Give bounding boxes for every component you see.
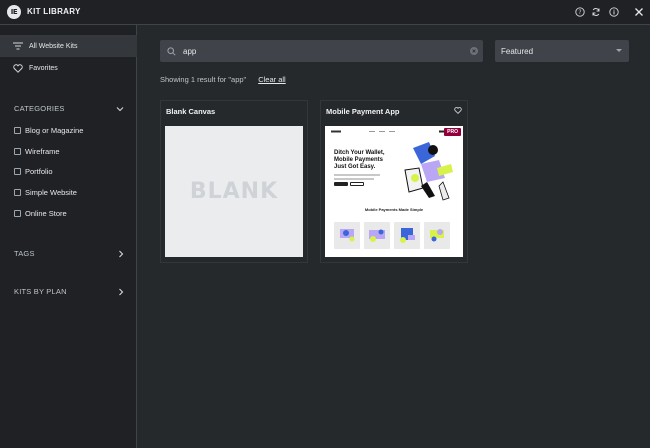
- chevron-right-icon: [119, 250, 124, 257]
- checkbox[interactable]: [14, 168, 21, 175]
- pro-badge: PRO: [444, 128, 461, 136]
- favorite-heart-icon[interactable]: [454, 107, 462, 116]
- search-box: [160, 40, 483, 62]
- sort-select[interactable]: Featured: [495, 40, 629, 62]
- preview-text-line: [334, 178, 374, 180]
- chevron-right-icon: [119, 288, 124, 295]
- category-wireframe[interactable]: Wireframe: [14, 147, 60, 156]
- preview-feature-tile: [424, 222, 450, 249]
- sidebar: All Website Kits Favorites CATEGORIES Bl…: [0, 25, 137, 448]
- category-label: Simple Website: [25, 188, 77, 197]
- category-simple-website[interactable]: Simple Website: [14, 188, 77, 197]
- kits-by-plan-heading: KITS BY PLAN: [14, 287, 67, 296]
- preview-button: [350, 182, 364, 186]
- svg-text:?: ?: [578, 9, 581, 16]
- preview-hero-text: Ditch Your Wallet, Mobile Payments Just …: [334, 150, 385, 170]
- info-icon[interactable]: [609, 7, 619, 17]
- kit-thumbnail[interactable]: PRO Ditch Your Wallet, Mobile Payments J…: [325, 126, 463, 257]
- sidebar-item-favorites[interactable]: Favorites: [0, 57, 137, 79]
- chevron-down-icon: [616, 49, 622, 52]
- tags-heading: TAGS: [14, 249, 35, 258]
- sidebar-item-label: Favorites: [29, 64, 58, 72]
- preview-feature-tile: [394, 222, 420, 249]
- results-summary: Showing 1 result for "app" Clear all: [160, 75, 286, 84]
- checkbox[interactable]: [14, 127, 21, 134]
- category-portfolio[interactable]: Portfolio: [14, 167, 53, 176]
- checkbox[interactable]: [14, 189, 21, 196]
- filter-icon: [13, 42, 23, 50]
- category-label: Wireframe: [25, 147, 60, 156]
- kit-thumbnail[interactable]: BLANK: [165, 126, 303, 257]
- sidebar-item-label: All Website Kits: [29, 42, 78, 50]
- search-input[interactable]: [183, 46, 453, 56]
- sidebar-item-all-website-kits[interactable]: All Website Kits: [0, 35, 137, 57]
- category-label: Online Store: [25, 209, 67, 218]
- sort-selected-value: Featured: [501, 46, 534, 56]
- kit-card-blank-canvas[interactable]: Blank Canvas BLANK: [160, 100, 308, 263]
- top-bar: IE KIT LIBRARY ?: [0, 0, 650, 25]
- close-icon[interactable]: [634, 7, 644, 17]
- kit-card-mobile-payment-app[interactable]: Mobile Payment App PRO Ditch Your Wallet…: [320, 100, 468, 263]
- checkbox[interactable]: [14, 210, 21, 217]
- category-online-store[interactable]: Online Store: [14, 209, 67, 218]
- clear-search-icon[interactable]: [470, 47, 478, 55]
- kit-card-title: Blank Canvas: [166, 107, 216, 116]
- sync-icon[interactable]: [591, 7, 601, 17]
- preview-section-caption: Mobile Payments Made Simple: [364, 207, 424, 212]
- preview-button: [334, 182, 348, 186]
- search-icon: [167, 46, 176, 56]
- category-label: Portfolio: [25, 167, 53, 176]
- preview-feature-tile: [334, 222, 360, 249]
- categories-section-toggle[interactable]: CATEGORIES: [14, 104, 124, 113]
- kits-by-plan-section-toggle[interactable]: KITS BY PLAN: [14, 287, 124, 296]
- preview-feature-tile: [364, 222, 390, 249]
- preview-navbar: [331, 130, 455, 133]
- logo-text: IE: [10, 8, 18, 16]
- kit-card-title: Mobile Payment App: [326, 107, 400, 116]
- checkbox[interactable]: [14, 148, 21, 155]
- blank-thumbnail-text: BLANK: [189, 179, 279, 204]
- clear-all-link[interactable]: Clear all: [258, 75, 286, 84]
- category-label: Blog or Magazine: [25, 126, 84, 135]
- elementor-logo-icon: IE: [7, 5, 21, 19]
- preview-illustration: [404, 142, 453, 201]
- chevron-down-icon: [116, 106, 124, 111]
- tags-section-toggle[interactable]: TAGS: [14, 249, 124, 258]
- results-count-text: Showing 1 result for "app": [160, 75, 247, 84]
- categories-heading: CATEGORIES: [14, 104, 65, 113]
- help-icon[interactable]: ?: [575, 7, 585, 17]
- preview-text-line: [334, 174, 380, 176]
- heart-icon: [13, 63, 23, 73]
- app-title: KIT LIBRARY: [27, 7, 81, 16]
- category-blog-or-magazine[interactable]: Blog or Magazine: [14, 126, 83, 135]
